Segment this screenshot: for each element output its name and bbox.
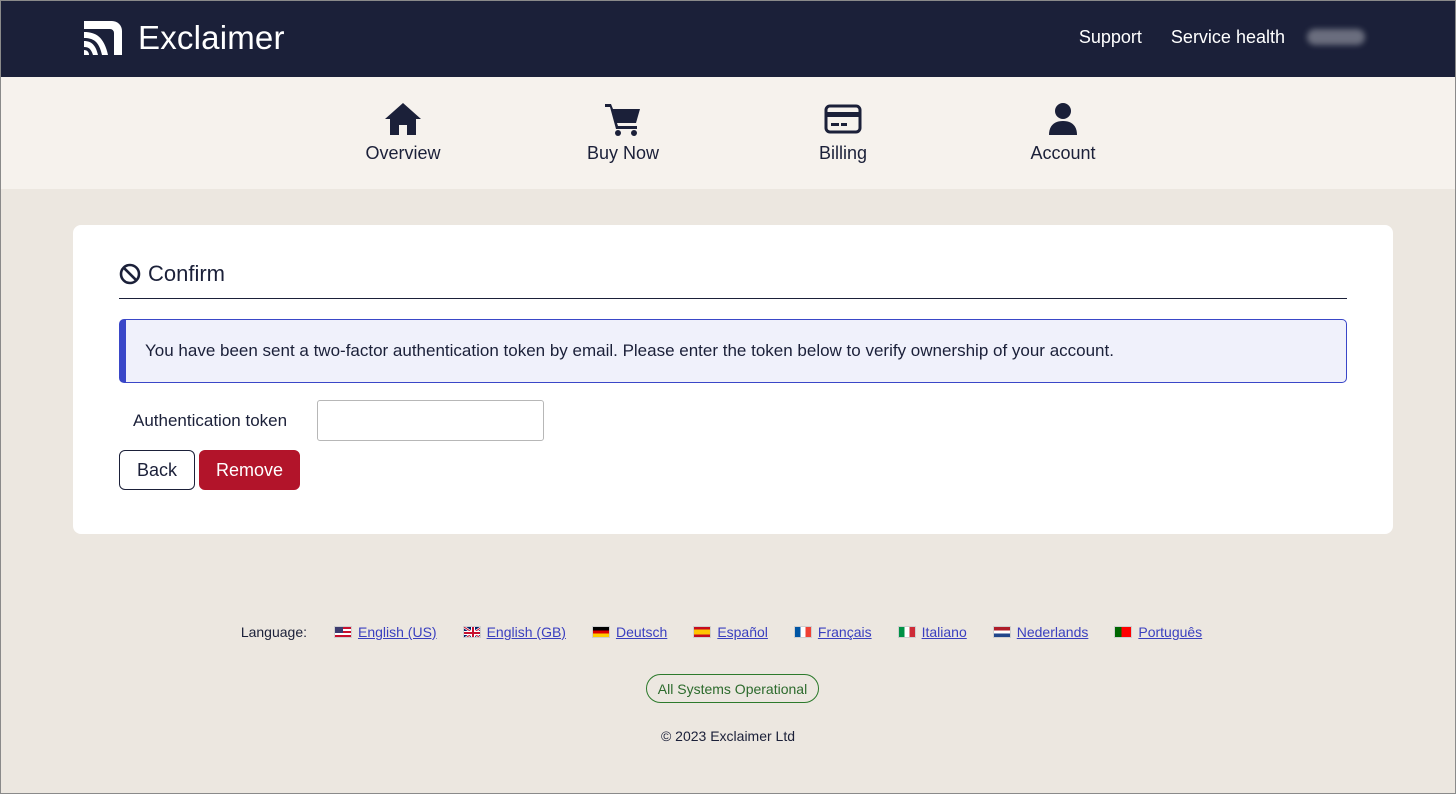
pt-flag-icon xyxy=(1114,626,1133,638)
confirm-card: Confirm You have been sent a two-factor … xyxy=(73,225,1393,534)
remove-button[interactable]: Remove xyxy=(199,450,300,490)
system-status-badge[interactable]: All Systems Operational xyxy=(646,674,819,703)
nav-item-account[interactable]: Account xyxy=(993,101,1133,164)
gb-flag-icon xyxy=(462,626,481,638)
token-label: Authentication token xyxy=(133,411,288,430)
info-alert-text: You have been sent a two-factor authenti… xyxy=(145,341,1114,360)
brand-name: Exclaimer xyxy=(138,19,285,56)
nav-item-billing[interactable]: Billing xyxy=(773,101,913,164)
nav-label-overview: Overview xyxy=(365,143,441,163)
language-link-portugues[interactable]: Português xyxy=(1114,624,1202,640)
top-links: Support Service health xyxy=(1050,25,1365,49)
language-link-italiano[interactable]: Italiano xyxy=(897,624,967,640)
nav-item-buy-now[interactable]: Buy Now xyxy=(553,101,693,164)
user-menu-blurred[interactable] xyxy=(1307,29,1365,45)
card-title-text: Confirm xyxy=(148,261,226,286)
language-link-english-gb[interactable]: English (GB) xyxy=(462,624,566,640)
de-flag-icon xyxy=(591,626,610,638)
exclaimer-logo-icon xyxy=(84,21,122,55)
language-label: Español xyxy=(717,624,768,640)
us-flag-icon xyxy=(334,626,352,638)
language-label: Français xyxy=(817,624,872,640)
language-label: Nederlands xyxy=(1016,624,1089,640)
language-label: Português xyxy=(1138,624,1203,640)
it-flag-icon xyxy=(897,626,916,638)
fr-flag-icon xyxy=(793,626,812,638)
language-link-english-us[interactable]: English (US) xyxy=(334,624,437,640)
es-flag-icon xyxy=(693,626,712,638)
support-link[interactable]: Support xyxy=(1079,25,1142,49)
user-icon xyxy=(1049,103,1077,135)
language-label: English (US) xyxy=(358,624,437,640)
credit-card-icon xyxy=(824,104,862,134)
language-link-francais[interactable]: Français xyxy=(793,624,872,640)
language-selector: Language: English (US) English (GB) Deut… xyxy=(1,624,1455,640)
nav-label-buy-now: Buy Now xyxy=(586,143,660,163)
authentication-token-input[interactable] xyxy=(317,400,544,441)
top-header: Exclaimer Support Service health xyxy=(1,1,1455,77)
exclaimer-logo[interactable]: Exclaimer xyxy=(82,19,285,57)
service-health-link[interactable]: Service health xyxy=(1171,25,1285,49)
nav-label-account: Account xyxy=(1030,143,1096,163)
language-label: Italiano xyxy=(921,624,967,640)
home-icon xyxy=(385,103,421,135)
cart-icon xyxy=(605,104,640,136)
language-label: Deutsch xyxy=(615,624,668,640)
ban-icon xyxy=(119,263,141,285)
title-divider xyxy=(119,298,1347,299)
card-title: Confirm xyxy=(119,261,225,287)
language-label: English (GB) xyxy=(486,624,566,640)
nl-flag-icon xyxy=(992,626,1011,638)
language-link-nederlands[interactable]: Nederlands xyxy=(992,624,1089,640)
back-button[interactable]: Back xyxy=(119,450,195,490)
info-alert: You have been sent a two-factor authenti… xyxy=(119,319,1347,383)
copyright-text: © 2023 Exclaimer Ltd xyxy=(660,728,796,744)
language-caption: Language: xyxy=(240,624,307,640)
nav-item-overview[interactable]: Overview xyxy=(333,101,473,164)
language-link-deutsch[interactable]: Deutsch xyxy=(591,624,668,640)
language-link-espanol[interactable]: Español xyxy=(693,624,768,640)
nav-label-billing: Billing xyxy=(818,143,868,163)
primary-nav: Overview Buy Now Billing Account xyxy=(1,77,1455,189)
